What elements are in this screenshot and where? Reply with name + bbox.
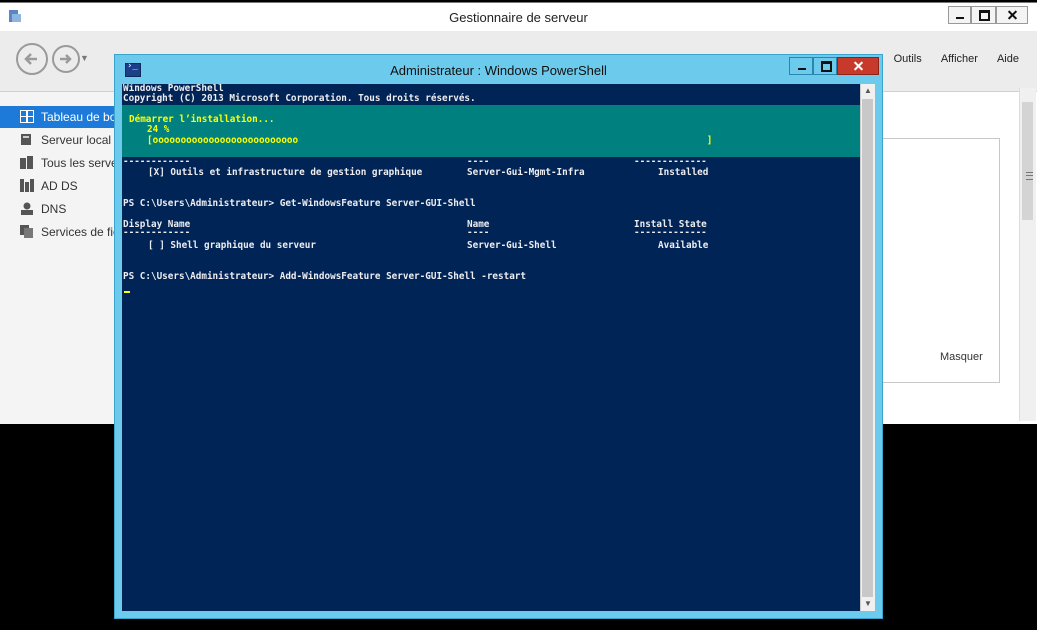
sidebar-item-label: Services de fichiers [41, 225, 114, 239]
menu-help[interactable]: Aide [997, 53, 1019, 65]
sidebar-item-dns[interactable]: DNS [0, 198, 114, 220]
table2-separator-state: ------------- [634, 227, 707, 238]
powershell-close-button[interactable] [837, 57, 879, 75]
hide-link[interactable]: Masquer [940, 351, 983, 363]
table2-row-state: Available [658, 240, 709, 251]
sidebar-item-dashboard[interactable]: Tableau de bord [0, 106, 114, 128]
powershell-title: Administrateur : Windows PowerShell [390, 63, 607, 78]
sidebar-item-label: DNS [41, 202, 67, 216]
scrollbar-thumb[interactable] [862, 99, 873, 597]
history-dropdown-icon[interactable]: ▼ [80, 53, 89, 63]
scrollbar-thumb[interactable] [1022, 102, 1033, 220]
table2-row-name: Server-Gui-Shell [467, 240, 557, 251]
sidebar-item-label: Tableau de bord [41, 110, 114, 124]
table2-row-display: [ ] Shell graphique du serveur [148, 240, 316, 251]
powershell-maximize-button[interactable] [813, 57, 837, 75]
menu-view[interactable]: Afficher [941, 53, 978, 65]
sidebar-item-file-services[interactable]: Services de fichiers [0, 221, 114, 243]
forward-button[interactable] [52, 45, 80, 73]
server-manager-menu: Outils Afficher Aide [878, 53, 1019, 65]
sidebar-item-all-servers[interactable]: Tous les serveurs [0, 152, 114, 174]
menu-tools[interactable]: Outils [894, 53, 922, 65]
table2-separator-name: ---- [467, 227, 490, 238]
powershell-titlebar[interactable]: Administrateur : Windows PowerShell [115, 55, 882, 84]
server-manager-minimize-button[interactable] [948, 6, 971, 24]
progress-block: Démarrer l’installation... 24 % [ooooooo… [122, 105, 860, 157]
sidebar-item-label: Tous les serveurs [41, 156, 114, 170]
sidebar-item-local-server[interactable]: Serveur local [0, 129, 114, 151]
file-services-icon [20, 225, 33, 238]
servers-icon [20, 156, 33, 169]
sidebar-item-ad-ds[interactable]: AD DS [0, 175, 114, 197]
dns-icon [21, 202, 33, 215]
scroll-down-icon[interactable]: ▼ [861, 597, 875, 611]
server-icon [21, 134, 31, 145]
table1-row-display: [X] Outils et infrastructure de gestion … [148, 167, 423, 178]
progress-percent: 24 % [147, 124, 170, 135]
command-line-1: PS C:\Users\Administrateur> Get-WindowsF… [123, 198, 476, 209]
progress-bar: [oooooooooooooooooooooooooo ] [147, 135, 713, 146]
ad-ds-icon [20, 179, 34, 192]
server-manager-sidebar: Tableau de bord Serveur local Tous les s… [0, 92, 114, 424]
sidebar-item-label: Serveur local [41, 133, 112, 147]
powershell-console[interactable]: Windows PowerShell Copyright (C) 2013 Mi… [122, 84, 860, 611]
powershell-scrollbar[interactable]: ▲ ▼ [860, 84, 875, 611]
scroll-up-icon[interactable]: ▲ [861, 84, 875, 98]
text-cursor [124, 291, 130, 293]
table1-row-name: Server-Gui-Mgmt-Infra [467, 167, 585, 178]
table2-separator-display: ------------ [123, 227, 191, 238]
arrow-left-icon [24, 53, 37, 65]
table1-separator-display: ------------ [123, 156, 191, 167]
banner-line-2: Copyright (C) 2013 Microsoft Corporation… [123, 93, 476, 104]
server-manager-maximize-button[interactable] [971, 6, 996, 24]
server-manager-titlebar: Gestionnaire de serveur [0, 3, 1037, 31]
table1-separator-state: ------------- [634, 156, 707, 167]
command-line-2: PS C:\Users\Administrateur> Add-WindowsF… [123, 271, 526, 282]
grip-icon [1026, 172, 1033, 180]
server-manager-title: Gestionnaire de serveur [449, 10, 588, 25]
powershell-minimize-button[interactable] [789, 57, 813, 75]
table1-separator-name: ---- [467, 156, 490, 167]
back-button[interactable] [16, 43, 48, 75]
powershell-window: Administrateur : Windows PowerShell Wind… [114, 54, 883, 619]
server-manager-scrollbar[interactable] [1019, 88, 1036, 421]
table1-row-state: Installed [658, 167, 709, 178]
server-manager-close-button[interactable] [996, 6, 1028, 24]
sidebar-item-label: AD DS [41, 179, 78, 193]
arrow-right-icon [60, 54, 72, 64]
dashboard-icon [20, 110, 34, 123]
